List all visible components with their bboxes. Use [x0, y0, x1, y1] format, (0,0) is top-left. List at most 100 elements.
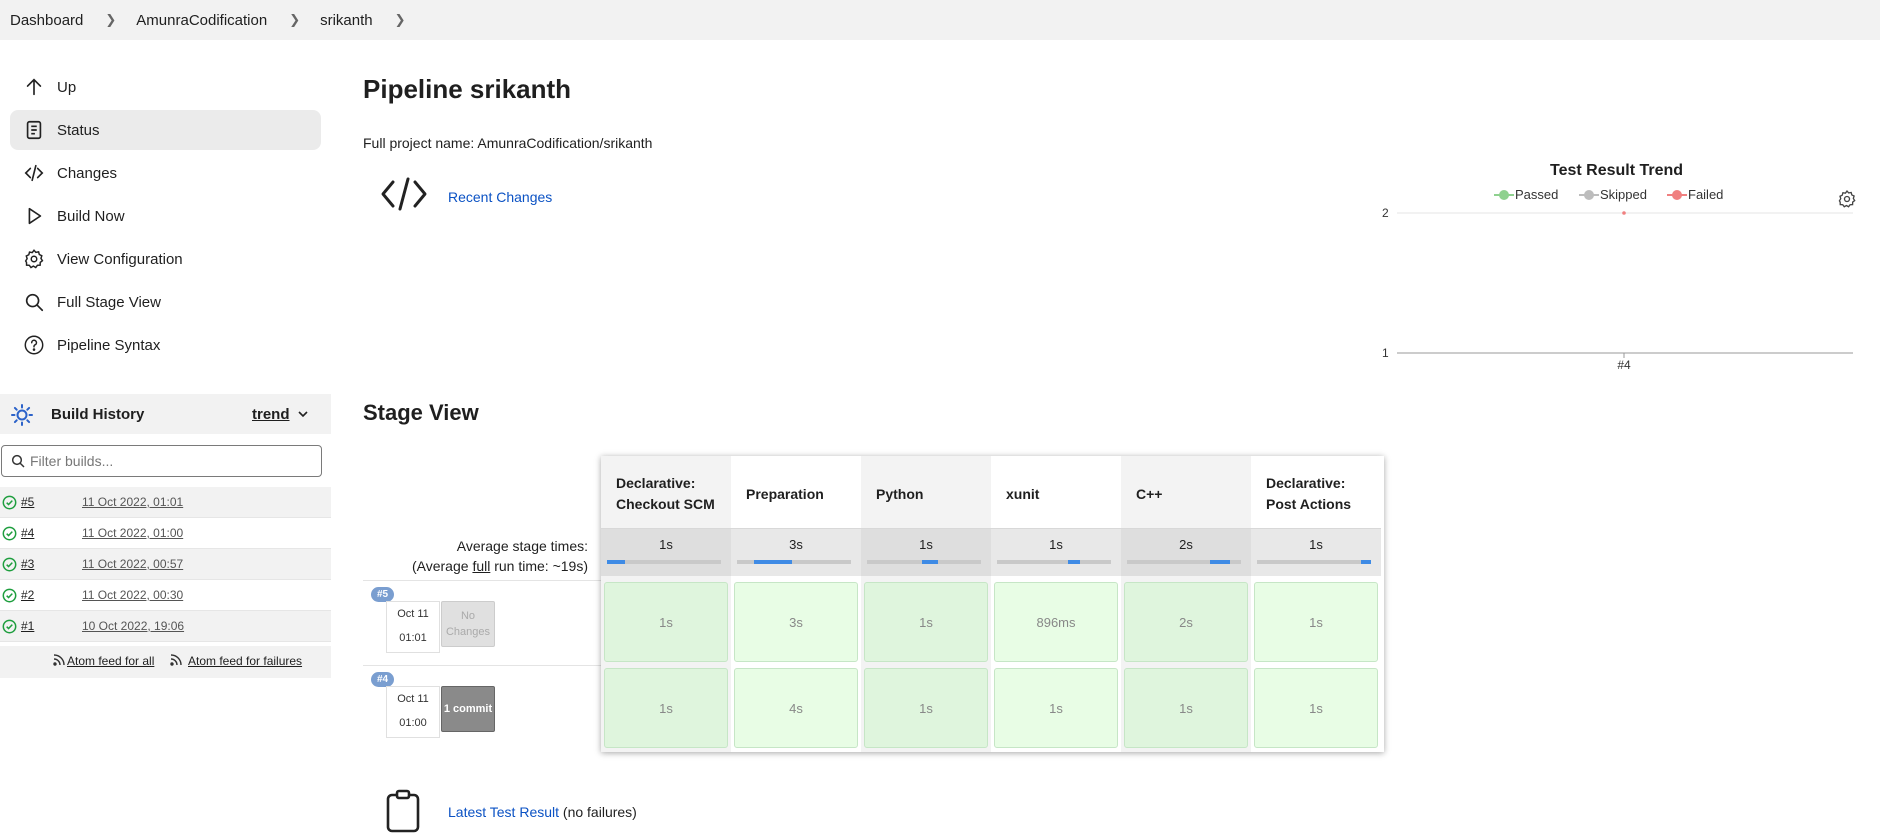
latest-test-result-link[interactable]: Latest Test Result [448, 804, 559, 820]
build-date-link[interactable]: 11 Oct 2022, 01:01 [82, 495, 183, 509]
stage-cell[interactable]: 1s [864, 668, 988, 748]
search-icon [25, 293, 44, 312]
stage-average-time: 1s [919, 537, 933, 552]
stage-average-time: 1s [1049, 537, 1063, 552]
sidebar-item-label: Pipeline Syntax [57, 336, 161, 354]
stage-header: Declarative: Post Actions [1266, 475, 1352, 512]
run-row-4[interactable]: #4 Oct 11 01:00 1 commit [363, 665, 601, 749]
search-icon [11, 454, 25, 468]
success-check-icon [2, 495, 17, 510]
stage-progress-fill [607, 560, 625, 564]
stage-average: 2s [1121, 528, 1251, 576]
sidebar-item-up[interactable]: Up [10, 67, 321, 107]
stage-progress-track [867, 560, 981, 564]
stage-column: Declarative: Checkout SCM 1s 1s 1s [601, 456, 731, 752]
build-number-link[interactable]: #5 [21, 495, 34, 509]
build-date-link[interactable]: 10 Oct 2022, 19:06 [82, 619, 184, 633]
average-run-time-label: (Average full run time: ~19s) [363, 558, 588, 574]
filter-builds-input[interactable] [30, 451, 310, 471]
average-run-prefix: (Average [411, 558, 473, 574]
run-row-5[interactable]: #5 Oct 11 01:01 No Changes [363, 580, 601, 664]
code-icon [24, 164, 44, 182]
stage-average: 1s [991, 528, 1121, 576]
breadcrumb-job[interactable]: srikanth [320, 12, 373, 29]
build-date-link[interactable]: 11 Oct 2022, 00:30 [82, 588, 183, 602]
atom-feed-failures-link[interactable]: Atom feed for failures [188, 654, 302, 668]
sidebar-item-changes[interactable]: Changes [10, 153, 321, 193]
stage-progress-track [1257, 560, 1371, 564]
stage-average-time: 3s [789, 537, 803, 552]
changes-box[interactable]: 1 commit [441, 686, 495, 732]
play-icon [28, 207, 42, 225]
list-item[interactable]: #1 10 Oct 2022, 19:06 [0, 611, 331, 642]
y-tick-label: 2 [1382, 206, 1389, 220]
build-number-link[interactable]: #4 [21, 526, 34, 540]
test-result-trend-chart: 2 1 #4 [1382, 206, 1853, 372]
build-number-link[interactable]: #2 [21, 588, 34, 602]
list-item[interactable]: #3 11 Oct 2022, 00:57 [0, 549, 331, 580]
sidebar-item-status[interactable]: Status [10, 110, 321, 150]
x-tick-label: #4 [1617, 358, 1631, 372]
sidebar-item-full-stage-view[interactable]: Full Stage View [10, 282, 321, 322]
list-item[interactable]: #5 11 Oct 2022, 01:01 [0, 487, 331, 518]
stage-cell[interactable]: 1s [1124, 668, 1248, 748]
stage-progress-track [1127, 560, 1241, 564]
average-run-suffix: run time: ~19s) [490, 558, 588, 574]
stage-cell[interactable]: 4s [734, 668, 858, 748]
build-history-icon [11, 404, 33, 426]
stage-cell[interactable]: 3s [734, 582, 858, 662]
chart-title: Test Result Trend [1550, 162, 1684, 179]
chevron-right-icon[interactable]: ❯ [395, 12, 406, 28]
sidebar-tasks: Up Status Changes Build Now View Configu… [0, 64, 331, 367]
stage-cell[interactable]: 1s [604, 668, 728, 748]
legend-marker [1494, 189, 1514, 200]
atom-feed-all-link[interactable]: Atom feed for all [67, 654, 154, 668]
stage-average-time: 1s [659, 537, 673, 552]
trend-link[interactable]: trend [252, 406, 290, 423]
help-icon [24, 335, 44, 355]
sidebar-item-label: Full Stage View [57, 293, 161, 311]
build-badge[interactable]: #4 [371, 672, 395, 687]
list-item[interactable]: #2 11 Oct 2022, 00:30 [0, 580, 331, 611]
stage-cell[interactable]: 1s [994, 668, 1118, 748]
stage-average: 1s [1251, 528, 1381, 576]
full-run-link[interactable]: full [472, 558, 490, 574]
stage-average: 3s [731, 528, 861, 576]
filter-builds-field[interactable] [1, 445, 322, 477]
chevron-down-icon[interactable] [296, 407, 310, 421]
build-number-link[interactable]: #3 [21, 557, 34, 571]
stage-average: 1s [601, 528, 731, 576]
sidebar-item-label: Build Now [57, 207, 125, 225]
build-date-link[interactable]: 11 Oct 2022, 01:00 [82, 526, 183, 540]
sidebar-item-build-now[interactable]: Build Now [10, 196, 321, 236]
stage-column: Preparation 3s 3s 4s [731, 456, 861, 752]
stage-cell[interactable]: 896ms [994, 582, 1118, 662]
sidebar-item-view-configuration[interactable]: View Configuration [10, 239, 321, 279]
build-list: #5 11 Oct 2022, 01:01 #4 11 Oct 2022, 01… [0, 487, 331, 642]
stage-header: Python [876, 486, 924, 502]
stage-progress-fill [754, 560, 792, 564]
sidebar-item-label: Changes [57, 164, 118, 182]
build-number-link[interactable]: #1 [21, 619, 34, 633]
stage-cell[interactable]: 2s [1124, 582, 1248, 662]
run-date: Oct 11 01:01 [386, 601, 440, 653]
breadcrumb-dashboard[interactable]: Dashboard [10, 12, 83, 29]
stage-view-title: Stage View [363, 400, 479, 425]
stage-cell[interactable]: 1s [1254, 668, 1378, 748]
arrow-up-icon [26, 78, 42, 96]
sidebar-item-pipeline-syntax[interactable]: Pipeline Syntax [10, 325, 321, 365]
breadcrumb-folder[interactable]: AmunraCodification [136, 12, 267, 29]
stage-average-time: 1s [1309, 537, 1323, 552]
recent-changes-link[interactable]: Recent Changes [448, 189, 552, 205]
success-check-icon [2, 619, 17, 634]
build-badge[interactable]: #5 [371, 587, 395, 602]
stage-cell[interactable]: 1s [864, 582, 988, 662]
rss-icon [53, 654, 65, 666]
success-check-icon [2, 557, 17, 572]
list-item[interactable]: #4 11 Oct 2022, 01:00 [0, 518, 331, 549]
build-date-link[interactable]: 11 Oct 2022, 00:57 [82, 557, 183, 571]
stage-cell[interactable]: 1s [604, 582, 728, 662]
stage-header: C++ [1136, 486, 1163, 502]
stage-cell[interactable]: 1s [1254, 582, 1378, 662]
stage-view-table: Declarative: Checkout SCM 1s 1s 1s Prepa… [601, 456, 1384, 752]
